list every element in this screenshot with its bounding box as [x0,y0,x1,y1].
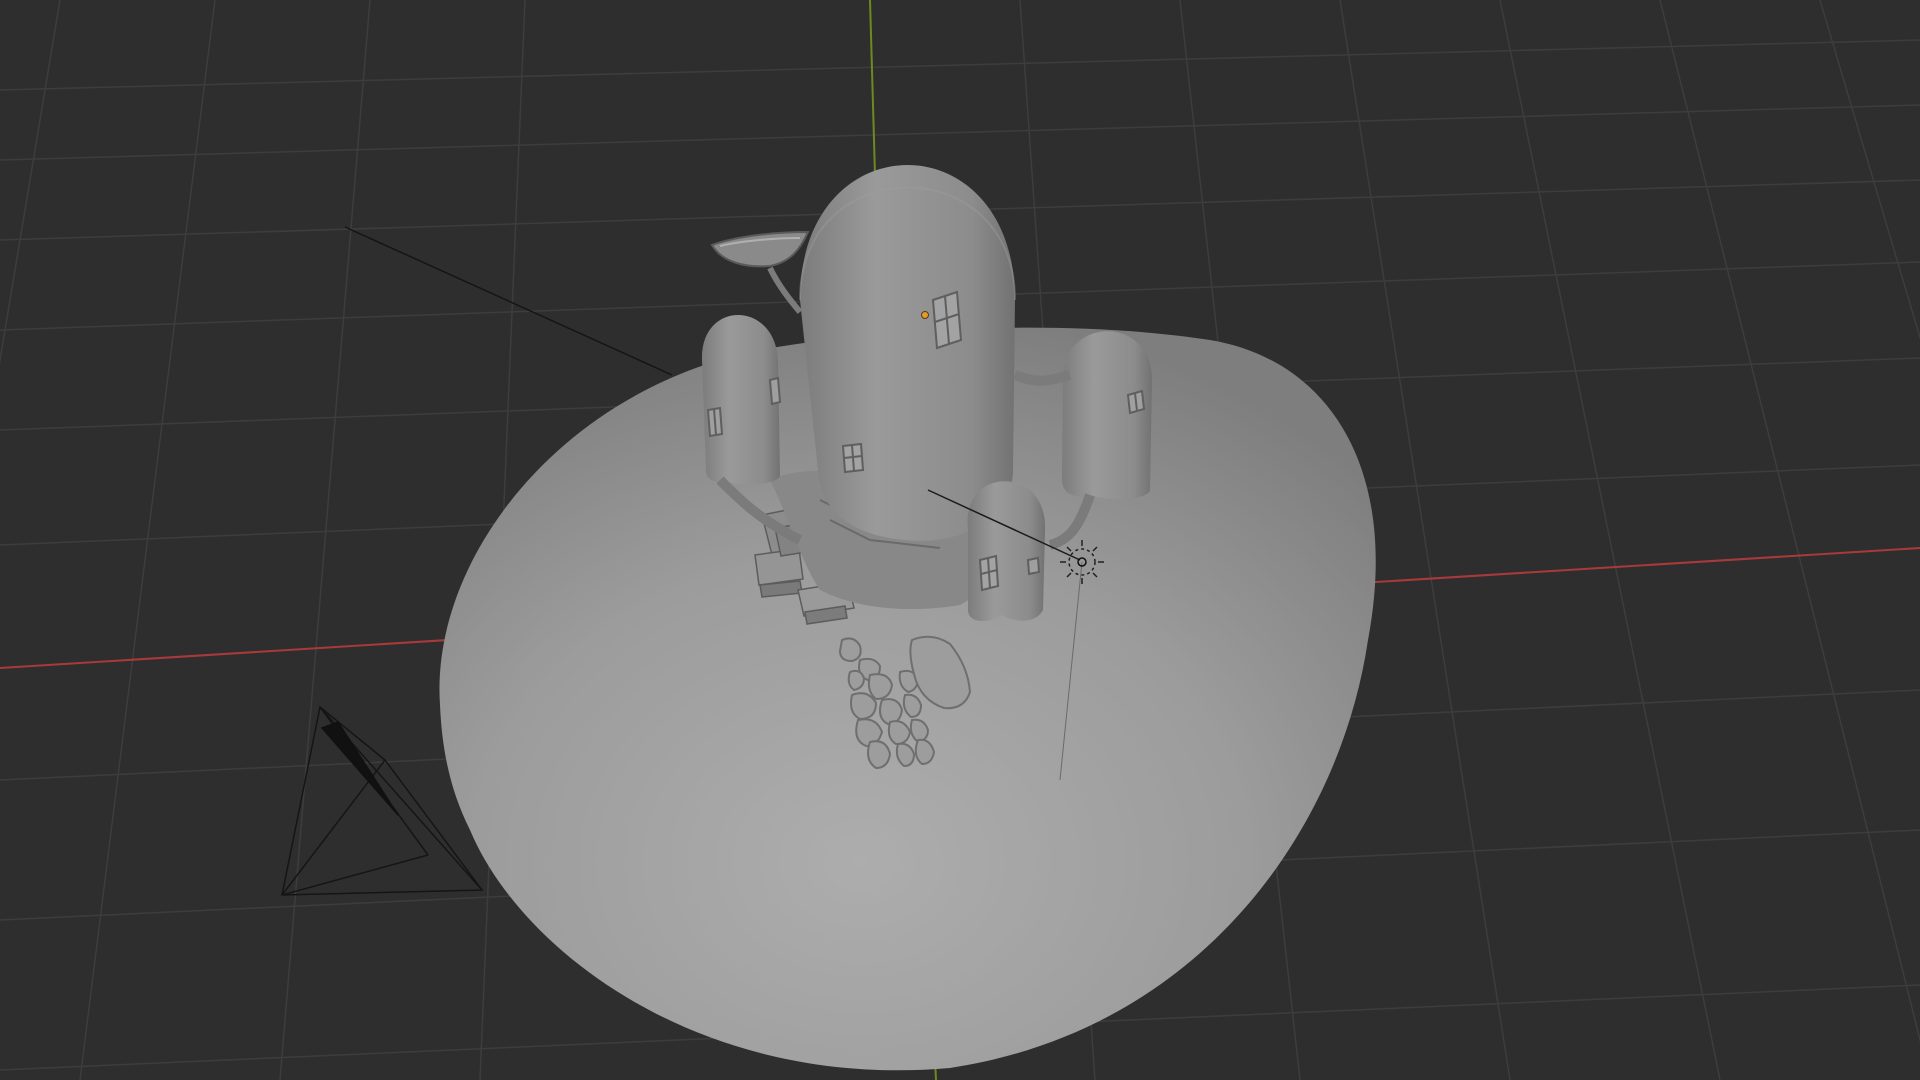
window [931,290,963,350]
y-axis-line [869,0,876,176]
boat-balcony[interactable] [710,230,810,314]
3d-viewport[interactable] [0,0,1920,1080]
window [978,554,1000,592]
window [841,442,865,474]
origin-dot [921,311,929,319]
viewport-canvas[interactable] [0,0,1920,1080]
window [1026,556,1041,576]
light-direction-line [344,226,673,376]
window [1126,389,1146,415]
front-tower[interactable] [967,481,1046,622]
main-tower[interactable] [799,165,1016,541]
window [706,406,724,438]
window [768,376,782,406]
